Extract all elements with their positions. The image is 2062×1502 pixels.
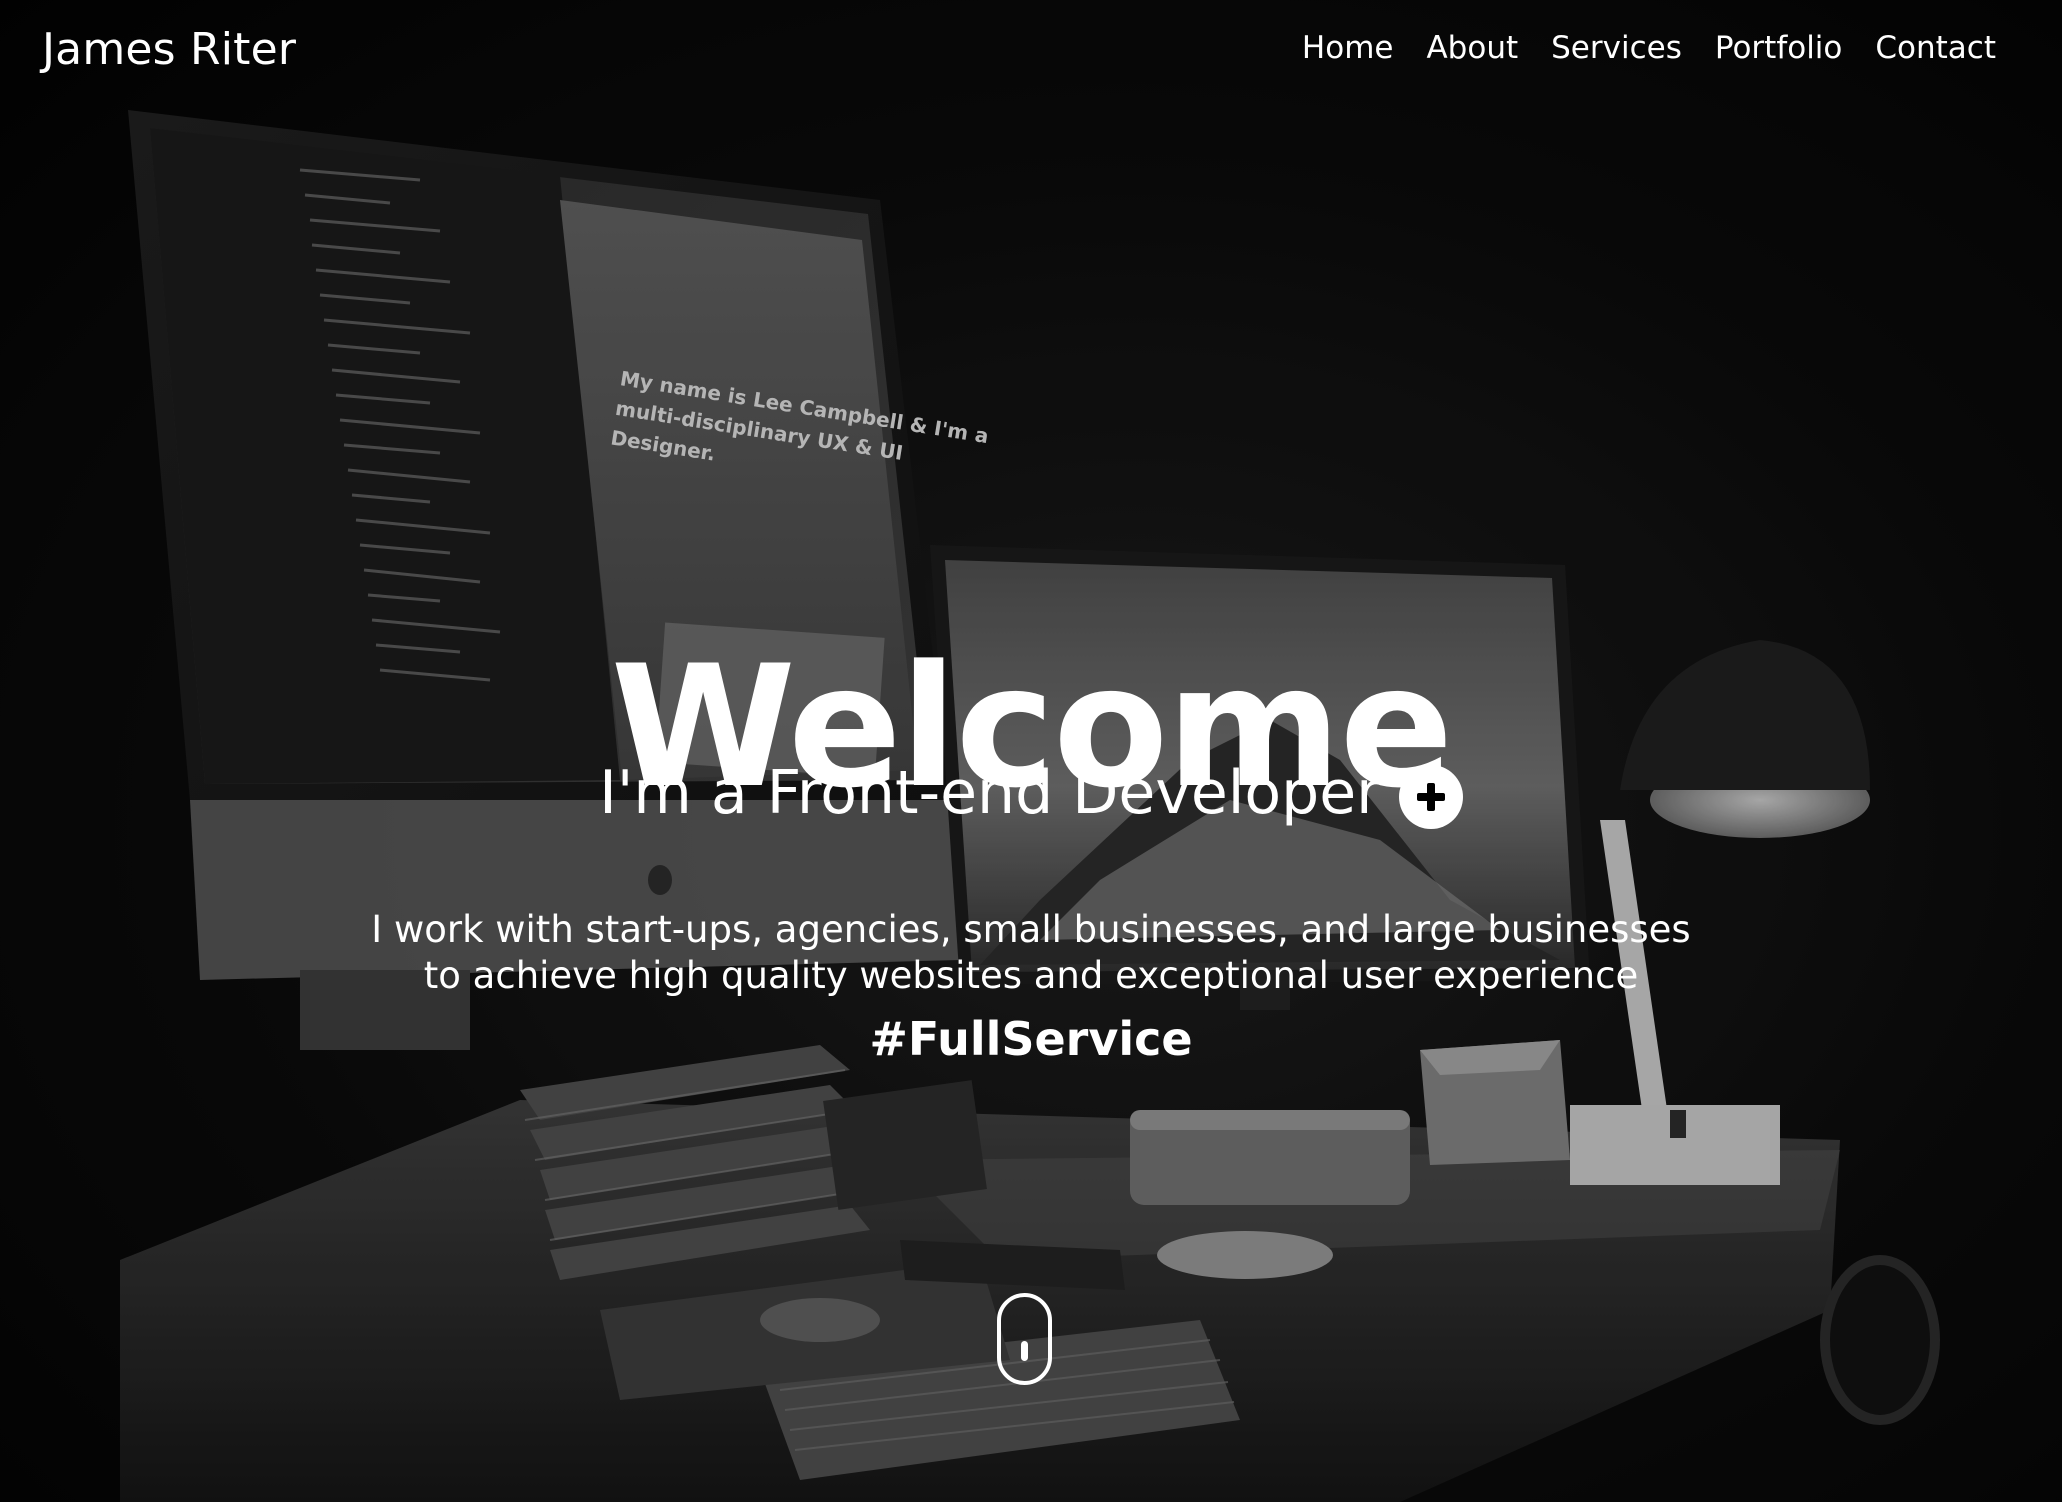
nav-link-services[interactable]: Services [1551, 30, 1682, 66]
site-header: James Riter Home About Services Portfoli… [0, 0, 2062, 104]
mouse-scroll-icon[interactable] [997, 1293, 1052, 1385]
hashtag-text: #FullService [869, 1012, 1193, 1066]
nav-link-portfolio[interactable]: Portfolio [1715, 30, 1843, 66]
nav-link-about[interactable]: About [1426, 30, 1518, 66]
scroll-wheel-indicator [1021, 1341, 1028, 1361]
nav-link-contact[interactable]: Contact [1875, 30, 1996, 66]
role-subtitle: I'm a Front-end Developer [599, 758, 1381, 828]
intro-line: to achieve high quality websites and exc… [423, 954, 1639, 997]
nav-link-home[interactable]: Home [1302, 30, 1394, 66]
brand-logo-link[interactable]: James Riter [42, 24, 296, 75]
main-nav: Home About Services Portfolio Contact [1302, 30, 1996, 66]
intro-line: I work with start-ups, agencies, small b… [371, 908, 1691, 951]
plus-circle-icon[interactable] [1398, 765, 1463, 829]
role-line: I'm a Front-end Developer [0, 758, 2062, 829]
intro-text: I work with start-ups, agencies, small b… [0, 907, 2062, 999]
